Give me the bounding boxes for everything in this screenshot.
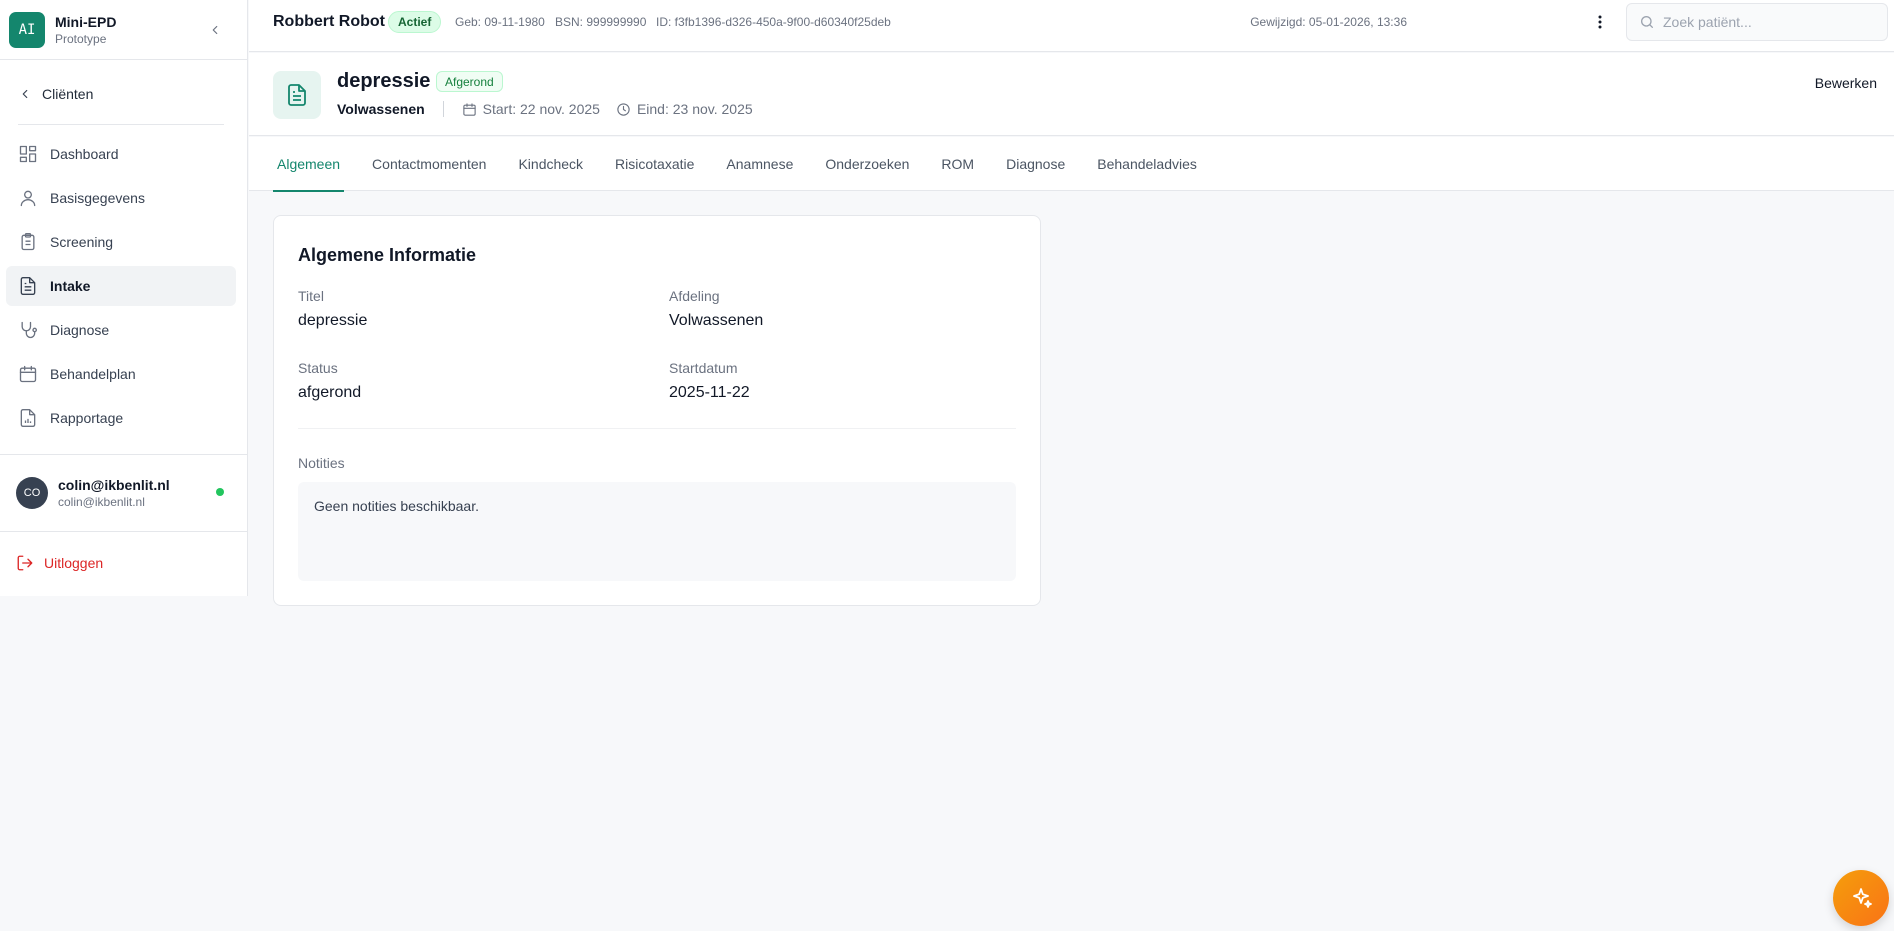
status-badge: Actief bbox=[388, 11, 442, 33]
field-value: 2025-11-22 bbox=[669, 384, 750, 401]
notes-box: Geen notities beschikbaar. bbox=[298, 482, 1016, 581]
patient-search[interactable] bbox=[1626, 3, 1888, 41]
status-badge: Afgerond bbox=[436, 71, 503, 92]
tab-kindcheck[interactable]: Kindcheck bbox=[514, 137, 587, 191]
chevron-left-icon bbox=[212, 25, 218, 35]
search-icon bbox=[1641, 16, 1653, 28]
document-icon bbox=[288, 84, 306, 106]
field-label: Titel bbox=[298, 288, 324, 304]
tab-diagnose[interactable]: Diagnose bbox=[1002, 137, 1069, 191]
tab-algemeen[interactable]: Algemeen bbox=[273, 137, 345, 192]
calendar-icon bbox=[19, 365, 37, 383]
intake-icon-container bbox=[273, 71, 321, 119]
field-label: Afdeling bbox=[669, 288, 720, 304]
clipboard-icon bbox=[21, 233, 35, 251]
sidebar-item-label: Rapportage bbox=[50, 410, 124, 426]
sidebar-item-label: Dashboard bbox=[50, 146, 119, 162]
brand: AI Mini-EPD Prototype bbox=[0, 0, 247, 60]
field-label: Status bbox=[298, 360, 338, 376]
edit-button[interactable]: Bewerken bbox=[1815, 75, 1877, 91]
intake-header: depressie Afgerond Volwassenen Start: 22… bbox=[249, 53, 1894, 136]
tab-behandeladvies[interactable]: Behandeladvies bbox=[1093, 137, 1201, 191]
sidebar-item-label: Intake bbox=[50, 278, 91, 294]
patient-topbar: Robbert Robot Actief Geb: 09-11-1980 BSN… bbox=[249, 0, 1894, 52]
field-label: Startdatum bbox=[669, 360, 738, 376]
online-status-icon bbox=[216, 488, 224, 496]
field-value: Volwassenen bbox=[669, 312, 764, 329]
divider bbox=[298, 428, 1016, 429]
chevron-left-icon bbox=[22, 89, 28, 99]
intake-tabs: Algemeen Contactmomenten Kindcheck Risic… bbox=[249, 137, 1894, 192]
sidebar-item-dashboard[interactable]: Dashboard bbox=[6, 134, 236, 174]
user-icon bbox=[20, 190, 36, 207]
divider bbox=[18, 124, 224, 125]
brand-name: Mini-EPD bbox=[55, 13, 117, 30]
start-date: Start: 22 nov. 2025 bbox=[462, 101, 600, 117]
field-value: afgerond bbox=[298, 384, 362, 401]
card-title: Algemene Informatie bbox=[298, 245, 477, 265]
tab-risicotaxatie[interactable]: Risicotaxatie bbox=[611, 137, 698, 191]
brand-logo: AI bbox=[9, 11, 45, 48]
header-meta: Volwassenen Start: 22 nov. 2025 Eind: 23… bbox=[337, 101, 769, 117]
sidebar-item-label: Basisgegevens bbox=[50, 190, 145, 206]
logout-icon bbox=[17, 555, 33, 571]
end-date: Eind: 23 nov. 2025 bbox=[616, 101, 753, 117]
tab-anamnese[interactable]: Anamnese bbox=[722, 137, 797, 191]
sidebar-item-behandelplan[interactable]: Behandelplan bbox=[6, 354, 236, 394]
logout-button[interactable]: Uitloggen bbox=[16, 554, 103, 572]
field-afdeling: Afdeling Volwassenen bbox=[669, 287, 763, 331]
field-startdatum: Startdatum 2025-11-22 bbox=[669, 359, 750, 403]
sidebar-item-basisgegevens[interactable]: Basisgegevens bbox=[6, 178, 236, 218]
stethoscope-icon bbox=[21, 321, 38, 339]
dashboard-icon bbox=[19, 145, 37, 163]
sidebar-nav: Dashboard Basisgegevens Screening Intake… bbox=[6, 134, 236, 442]
clock-icon bbox=[617, 102, 630, 116]
back-link-label: Cliënten bbox=[42, 86, 94, 102]
user-profile[interactable]: CO colin@ikbenlit.nl colin@ikbenlit.nl bbox=[16, 476, 226, 510]
sidebar-item-intake[interactable]: Intake bbox=[6, 266, 236, 306]
modified-timestamp: Gewijzigd: 05-01-2026, 13:36 bbox=[1250, 15, 1407, 29]
start-date-label: Start: 22 nov. 2025 bbox=[482, 101, 600, 117]
patient-bsn: BSN: 999999990 bbox=[555, 15, 647, 29]
field-status: Status afgerond bbox=[298, 359, 361, 403]
document-icon bbox=[20, 277, 36, 295]
patient-id: ID: f3fb1396-d326-450a-9f00-d60340f25deb bbox=[656, 15, 891, 29]
end-date-label: Eind: 23 nov. 2025 bbox=[636, 101, 753, 117]
ai-assistant-button[interactable] bbox=[1833, 870, 1889, 926]
notes-label: Notities bbox=[298, 455, 345, 471]
tab-rom[interactable]: ROM bbox=[937, 137, 978, 191]
sidebar-item-diagnose[interactable]: Diagnose bbox=[6, 310, 236, 350]
avatar: CO bbox=[16, 477, 48, 509]
field-titel: Titel depressie bbox=[298, 287, 367, 331]
brand-subtitle: Prototype bbox=[55, 31, 107, 46]
sidebar-item-screening[interactable]: Screening bbox=[6, 222, 236, 262]
report-icon bbox=[20, 409, 36, 427]
divider bbox=[442, 101, 444, 117]
patient-name: Robbert Robot bbox=[273, 13, 385, 30]
sidebar: AI Mini-EPD Prototype Cliënten Dashboard… bbox=[0, 0, 248, 596]
logout-label: Uitloggen bbox=[44, 555, 104, 571]
field-value: depressie bbox=[298, 312, 368, 329]
collapse-sidebar-button[interactable] bbox=[205, 18, 225, 42]
tab-contactmomenten[interactable]: Contactmomenten bbox=[368, 137, 490, 191]
calendar-icon bbox=[462, 102, 476, 116]
sidebar-item-label: Screening bbox=[50, 234, 114, 250]
more-options-button[interactable] bbox=[1590, 12, 1610, 32]
patient-dob: Geb: 09-11-1980 bbox=[455, 15, 545, 29]
tab-onderzoeken[interactable]: Onderzoeken bbox=[821, 137, 913, 191]
divider bbox=[0, 454, 248, 455]
page-title: depressie bbox=[337, 70, 431, 92]
sidebar-item-label: Diagnose bbox=[50, 322, 110, 338]
back-to-clients-link[interactable]: Cliënten bbox=[18, 86, 93, 102]
department: Volwassenen bbox=[337, 101, 425, 117]
search-input[interactable] bbox=[1663, 14, 1873, 30]
sidebar-item-rapportage[interactable]: Rapportage bbox=[6, 398, 236, 438]
divider bbox=[0, 531, 248, 532]
user-email: colin@ikbenlit.nl bbox=[58, 495, 145, 509]
sidebar-item-label: Behandelplan bbox=[50, 366, 136, 382]
user-name: colin@ikbenlit.nl bbox=[58, 477, 170, 493]
general-info-card: Algemene Informatie Titel depressie Afde… bbox=[273, 215, 1041, 606]
kebab-menu-icon bbox=[1598, 15, 1602, 29]
sparkles-icon bbox=[1853, 888, 1872, 908]
